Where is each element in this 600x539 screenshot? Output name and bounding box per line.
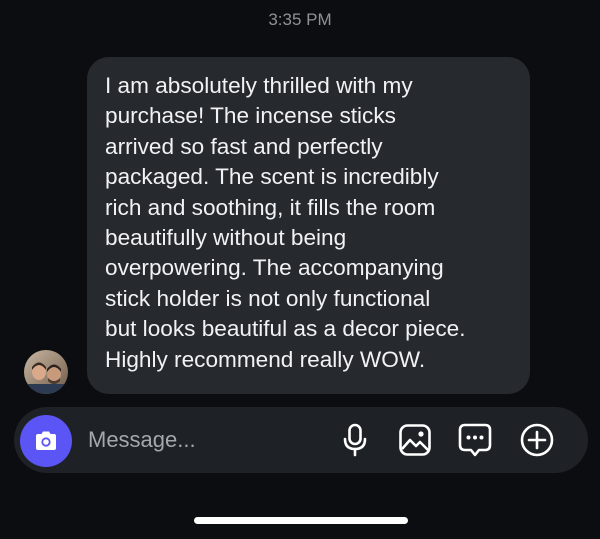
gallery-icon: [399, 424, 431, 456]
microphone-button[interactable]: [336, 421, 374, 459]
message-input[interactable]: [88, 421, 318, 459]
message-text: I am absolutely thrilled with my purchas…: [105, 73, 466, 372]
microphone-icon: [343, 423, 367, 457]
message-timestamp: 3:35 PM: [268, 10, 332, 29]
sticker-icon: [458, 423, 492, 457]
gallery-button[interactable]: [396, 421, 434, 459]
sticker-button[interactable]: [456, 421, 494, 459]
camera-button[interactable]: [20, 415, 72, 467]
add-button[interactable]: [518, 421, 556, 459]
home-indicator[interactable]: [194, 517, 408, 524]
message-composer: [14, 407, 588, 473]
avatar-image: [24, 350, 68, 394]
plus-icon: [520, 423, 554, 457]
sender-avatar[interactable]: [24, 350, 68, 394]
received-message-bubble[interactable]: I am absolutely thrilled with my purchas…: [87, 57, 530, 394]
camera-icon: [36, 431, 56, 450]
